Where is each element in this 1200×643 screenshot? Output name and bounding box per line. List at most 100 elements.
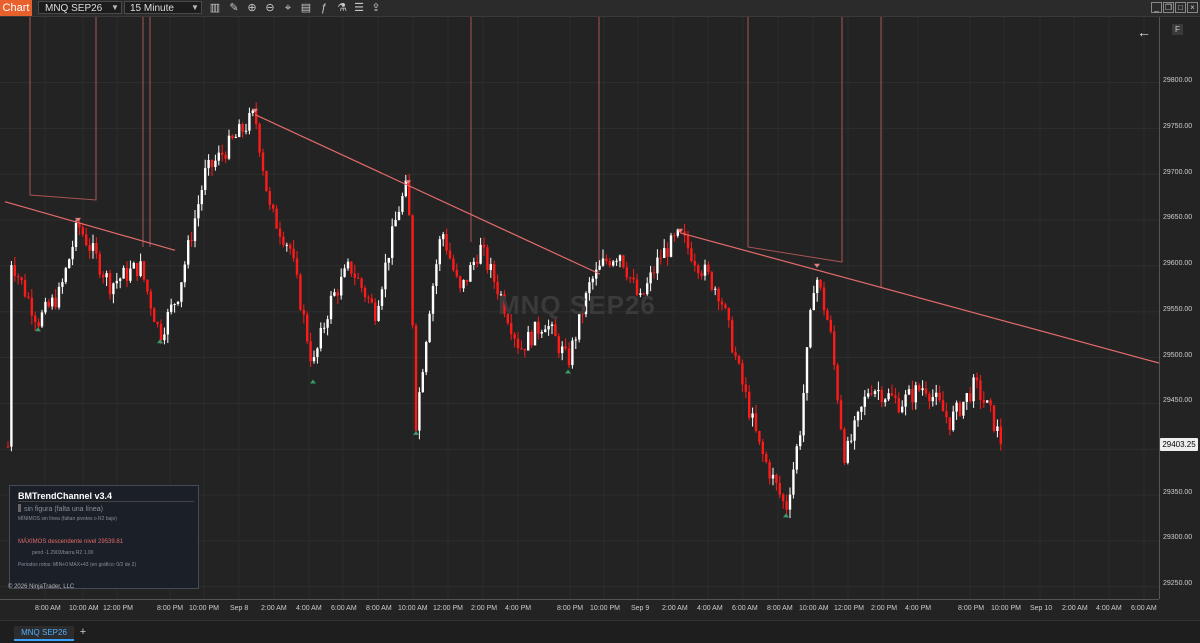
candle-body <box>302 309 305 315</box>
candle-body <box>890 393 894 396</box>
candle-body <box>149 291 152 309</box>
candle-body <box>873 391 877 395</box>
candle-body <box>64 268 67 283</box>
data-box-icon[interactable]: ☰ <box>352 1 366 15</box>
candle-body <box>132 262 135 269</box>
candle-body <box>346 261 350 269</box>
strategy-icon[interactable]: ⚗ <box>335 1 349 15</box>
bar-chart-icon[interactable]: ▥ <box>208 1 222 15</box>
close-icon[interactable]: × <box>1187 2 1198 13</box>
indicators-icon[interactable]: ƒ <box>317 1 331 15</box>
candle-body <box>61 282 64 287</box>
candle-body <box>112 283 115 295</box>
candle-body <box>952 411 955 431</box>
candle-body <box>136 262 139 277</box>
instrument-dropdown-icon[interactable]: ▼ <box>108 1 122 14</box>
x-tick-label: 8:00 PM <box>157 605 184 612</box>
candle-body <box>238 124 241 137</box>
zoom-in-icon[interactable]: ⊕ <box>245 1 259 15</box>
x-tick-label: 2:00 AM <box>662 605 688 612</box>
crosshair-icon[interactable]: ⌖ <box>281 1 295 15</box>
x-tick-label: 2:00 AM <box>261 605 287 612</box>
minimize-icon[interactable]: _ <box>1151 2 1162 13</box>
data-series-badge[interactable]: F <box>1172 24 1183 35</box>
candle-body <box>836 365 839 401</box>
candle-body <box>605 258 608 262</box>
candle-body <box>309 341 312 362</box>
candle-body <box>717 288 720 302</box>
candle-body <box>129 268 132 281</box>
divider <box>18 501 194 502</box>
timeframe-dropdown-icon[interactable]: ▼ <box>188 1 202 14</box>
add-tab-button[interactable]: + <box>78 626 88 639</box>
candle-body <box>479 244 482 264</box>
x-tick-label: 10:00 PM <box>590 605 620 612</box>
candle-body <box>833 331 836 366</box>
x-tick-label: 10:00 AM <box>69 605 99 612</box>
candle-body <box>323 327 326 329</box>
candle-body <box>693 261 696 266</box>
candle-body <box>452 258 455 270</box>
candle-body <box>802 392 805 436</box>
candle-body <box>102 274 105 278</box>
candle-body <box>707 264 710 273</box>
candle-body <box>278 228 282 237</box>
candle-body <box>180 282 183 302</box>
candle-body <box>714 288 717 290</box>
pencil-icon[interactable]: ✎ <box>227 1 241 15</box>
candle-body <box>54 297 57 308</box>
y-tick-label: 29300.00 <box>1163 534 1193 541</box>
candle-body <box>839 400 843 430</box>
candle-body <box>268 191 271 205</box>
candle-body <box>527 331 530 351</box>
candle-body <box>962 401 965 416</box>
share-icon[interactable]: ⇪ <box>369 1 383 15</box>
candle-body <box>918 385 921 391</box>
y-tick-label: 29350.00 <box>1163 489 1193 496</box>
x-tick-label: 12:00 PM <box>834 605 864 612</box>
candle-body <box>343 268 346 277</box>
properties-icon[interactable]: ▤ <box>299 1 313 15</box>
indicator-info-panel: BMTrendChannel v3.4 sin figura (falta un… <box>9 485 199 589</box>
candle-body <box>275 208 278 229</box>
candle-body <box>965 393 968 402</box>
candle-body <box>992 405 996 431</box>
maximize-icon[interactable]: □ <box>1175 2 1186 13</box>
candle-body <box>312 357 316 362</box>
candle-body <box>438 239 441 265</box>
candle-body <box>316 348 319 358</box>
candle-body <box>418 392 421 431</box>
candle-body <box>703 264 707 276</box>
x-tick-label: 4:00 AM <box>296 605 322 612</box>
candle-body <box>139 261 142 277</box>
restore-icon[interactable]: ❐ <box>1163 2 1174 13</box>
candle-body <box>224 154 227 159</box>
candle-body <box>812 293 815 311</box>
candle-body <box>34 315 37 323</box>
candle-body <box>567 348 571 366</box>
candle-body <box>554 324 557 337</box>
candle-body <box>244 130 248 132</box>
candle-body <box>523 348 526 351</box>
candle-body <box>663 248 666 258</box>
candle-body <box>547 326 550 330</box>
candle-body <box>387 257 390 263</box>
candle-body <box>673 235 676 237</box>
candle-body <box>887 393 890 400</box>
tab-mnq-sep26[interactable]: MNQ SEP26 <box>14 626 74 641</box>
candle-body <box>231 135 234 138</box>
candle-body <box>227 135 231 159</box>
candle-body <box>938 392 941 401</box>
back-arrow-icon[interactable]: ← <box>1137 24 1151 40</box>
candle-body <box>329 295 333 320</box>
candle-body <box>91 243 95 251</box>
candle-body <box>622 255 625 268</box>
candle-body <box>788 494 792 510</box>
minimos-status: MÍNIMOS sin línea (faltan pivotes o R2 b… <box>18 516 117 522</box>
chart-title-tab[interactable]: Chart <box>0 0 32 16</box>
zoom-out-icon[interactable]: ⊖ <box>263 1 277 15</box>
candle-body <box>98 253 101 275</box>
candle-body <box>615 260 618 262</box>
candle-body <box>795 446 798 470</box>
candle-body <box>907 389 911 395</box>
